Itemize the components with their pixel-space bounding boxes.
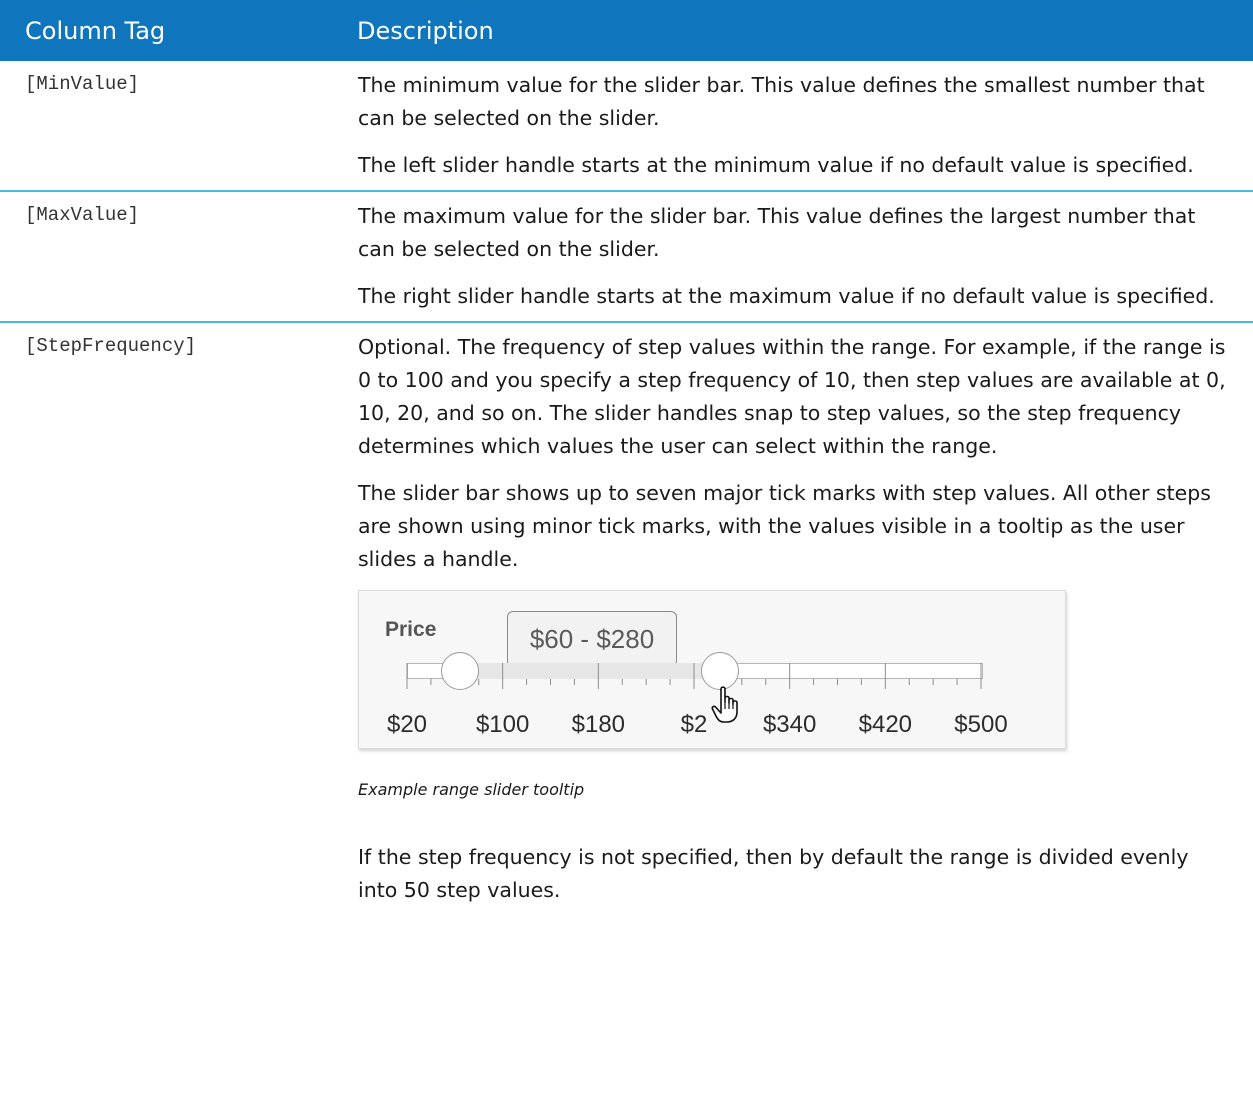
tick-label: $180 <box>571 711 626 738</box>
description-paragraph: The maximum value for the slider bar. Th… <box>358 204 1196 261</box>
description-cell: The maximum value for the slider bar. Th… <box>332 191 1253 323</box>
tick-label: $420 <box>858 711 913 738</box>
table-row-minvalue: [MinValue] The minimum value for the sli… <box>0 61 1253 192</box>
table-header-row: Column Tag Description <box>0 0 1253 61</box>
description-paragraph: If the step frequency is not specified, … <box>358 845 1189 902</box>
range-slider-example: Price $60 - $280 $20 $100 $180 $2 $340 $420 $5… <box>358 590 1066 749</box>
header-column-tag: Column Tag <box>0 0 332 61</box>
table-row-stepfrequency: [StepFrequency] Optional. The frequency … <box>0 322 1253 915</box>
tick-label: $100 <box>475 711 530 738</box>
tag-cell: [StepFrequency] <box>25 335 197 357</box>
description-cell: Optional. The frequency of step values w… <box>332 322 1253 915</box>
header-description: Description <box>332 0 1253 61</box>
tick-label: $340 <box>762 711 817 738</box>
description-paragraph: The left slider handle starts at the min… <box>358 153 1194 177</box>
description-paragraph: The slider bar shows up to seven major t… <box>358 481 1211 571</box>
description-paragraph: Optional. The frequency of step values w… <box>358 335 1226 458</box>
column-tag-table: Column Tag Description [MinValue] The mi… <box>0 0 1253 915</box>
figure-caption: Example range slider tooltip <box>358 780 585 799</box>
table-row-maxvalue: [MaxValue] The maximum value for the sli… <box>0 191 1253 323</box>
tick-label: $500 <box>954 711 1008 738</box>
tick-label: $2 <box>680 711 708 738</box>
slider-handle-min[interactable] <box>441 652 479 690</box>
tag-cell: [MaxValue] <box>0 191 332 323</box>
description-paragraph: The minimum value for the slider bar. Th… <box>358 73 1205 130</box>
description-cell: The minimum value for the slider bar. Th… <box>332 61 1253 192</box>
tag-cell: [MinValue] <box>0 61 332 192</box>
hand-pointer-icon <box>711 686 738 723</box>
description-paragraph: The right slider handle starts at the ma… <box>358 284 1215 308</box>
tick-label: $20 <box>386 711 428 738</box>
